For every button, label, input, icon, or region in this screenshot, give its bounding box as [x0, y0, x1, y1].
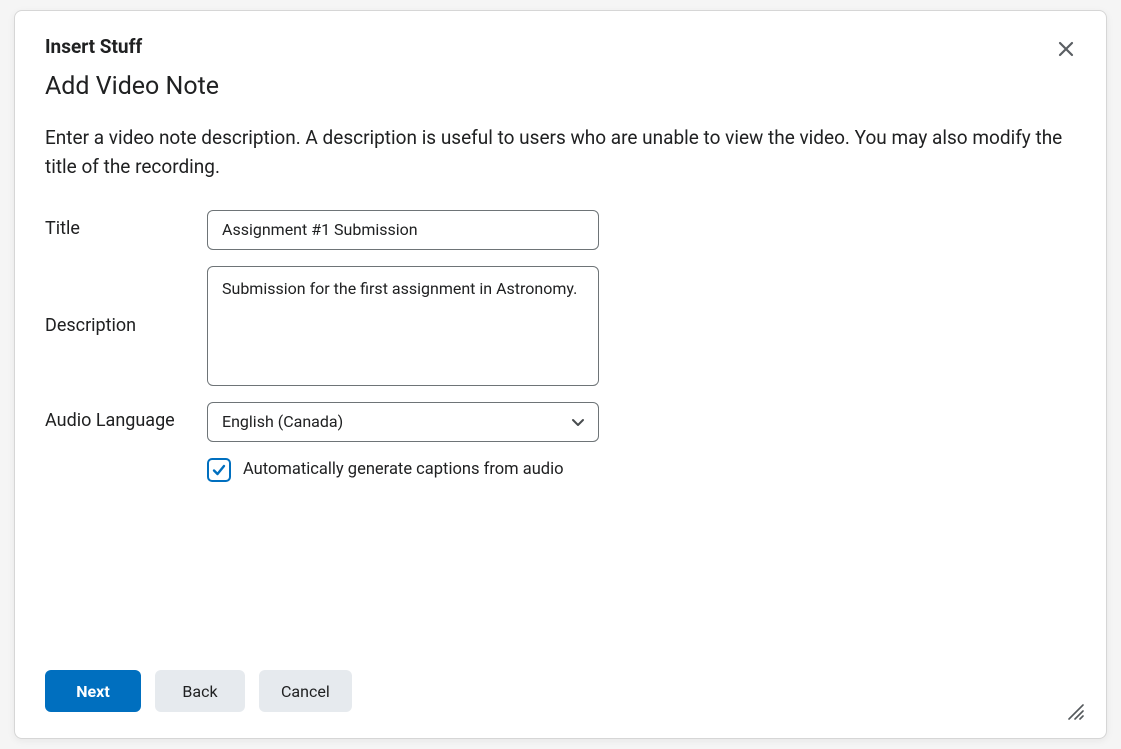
intro-text: Enter a video note description. A descri… [45, 123, 1076, 182]
insert-stuff-modal: Insert Stuff Add Video Note Enter a vide… [14, 10, 1107, 739]
title-row: Title [45, 210, 1076, 250]
title-input[interactable] [207, 210, 599, 250]
back-button[interactable]: Back [155, 670, 245, 712]
audio-language-row: Audio Language English (Canada) [45, 402, 1076, 442]
description-label: Description [45, 315, 207, 336]
modal-header: Insert Stuff Add Video Note [15, 11, 1106, 123]
resize-handle-icon[interactable] [1066, 702, 1084, 720]
description-input[interactable]: Submission for the first assignment in A… [207, 266, 599, 386]
cancel-button[interactable]: Cancel [259, 670, 352, 712]
modal-body: Enter a video note description. A descri… [15, 123, 1106, 650]
close-button[interactable] [1048, 31, 1084, 67]
check-icon [212, 463, 226, 477]
title-label: Title [45, 210, 207, 239]
modal-footer: Next Back Cancel [15, 650, 1106, 738]
captions-checkbox-row: Automatically generate captions from aud… [207, 458, 1076, 482]
next-button[interactable]: Next [45, 670, 141, 712]
close-icon [1058, 41, 1074, 57]
audio-language-label: Audio Language [45, 402, 207, 431]
description-row: Description Submission for the first ass… [45, 266, 1076, 386]
captions-checkbox-label: Automatically generate captions from aud… [243, 460, 564, 479]
audio-language-select[interactable]: English (Canada) [207, 402, 599, 442]
modal-super-title: Insert Stuff [45, 35, 1076, 58]
captions-checkbox[interactable] [207, 458, 231, 482]
audio-language-select-wrap: English (Canada) [207, 402, 599, 442]
page-title: Add Video Note [45, 72, 1076, 101]
